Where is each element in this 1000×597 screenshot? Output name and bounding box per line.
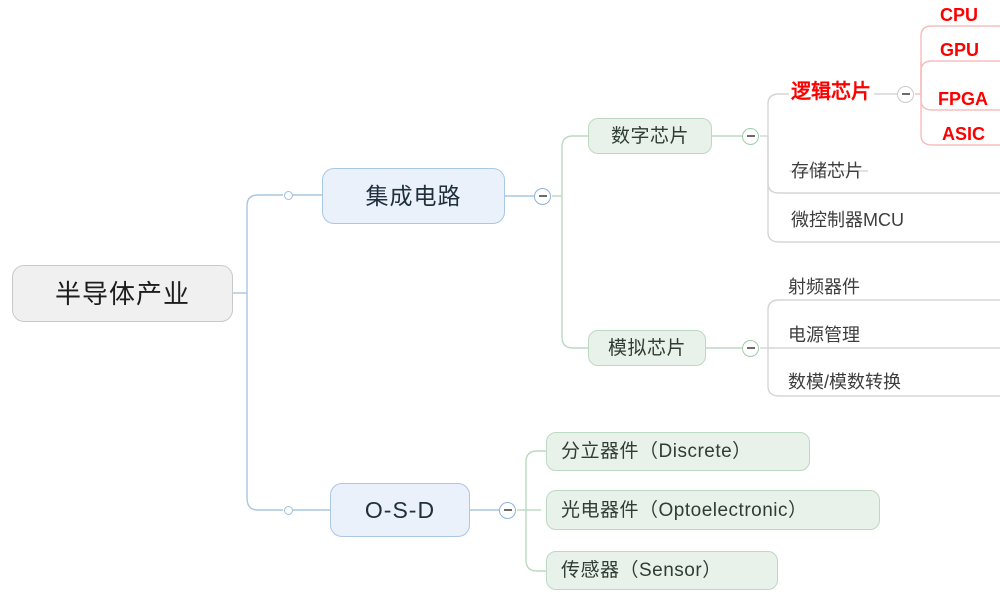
node-cpu[interactable]: CPU xyxy=(938,3,996,27)
node-label: 逻辑芯片 xyxy=(791,81,871,103)
node-label: 数字芯片 xyxy=(610,125,689,147)
minus-icon xyxy=(503,509,512,511)
collapse-toggle-digital-chip[interactable] xyxy=(742,127,759,145)
node-label: 模拟芯片 xyxy=(607,337,686,359)
collapse-toggle-analog-chip[interactable] xyxy=(742,339,759,357)
node-label: GPU xyxy=(940,40,980,60)
node-label: 电源管理 xyxy=(788,325,860,345)
node-integrated-circuit[interactable]: 集成电路 xyxy=(322,168,505,224)
node-label: 数模/模数转换 xyxy=(788,372,902,392)
collapse-toggle-integrated-circuit[interactable] xyxy=(534,187,551,205)
node-label: O-S-D xyxy=(364,496,436,523)
minus-icon xyxy=(538,195,547,197)
node-label: 集成电路 xyxy=(365,182,462,209)
node-rf-devices[interactable]: 射频器件 xyxy=(786,275,876,299)
collapse-toggle-logic-chip[interactable] xyxy=(897,85,914,103)
mindmap-canvas: 半导体产业 集成电路 O-S-D 数字芯片 模拟芯片 逻辑芯片 存储芯片 微控制… xyxy=(0,0,1000,597)
node-sensors[interactable]: 传感器（Sensor） xyxy=(546,551,778,590)
minus-icon xyxy=(746,135,755,137)
node-label: CPU xyxy=(940,5,979,25)
node-label: 微控制器MCU xyxy=(791,210,904,230)
collapse-toggle-osd[interactable] xyxy=(499,501,516,519)
node-analog-chip[interactable]: 模拟芯片 xyxy=(588,330,706,366)
node-label: 传感器（Sensor） xyxy=(561,560,722,581)
node-label: 半导体产业 xyxy=(54,278,190,309)
node-microcontroller-mcu[interactable]: 微控制器MCU xyxy=(789,207,929,233)
minus-icon xyxy=(746,347,755,349)
node-label: 光电器件（Optoelectronic） xyxy=(561,499,808,521)
node-digital-chip[interactable]: 数字芯片 xyxy=(588,118,712,154)
minus-icon xyxy=(901,93,910,95)
node-optoelectronic-devices[interactable]: 光电器件（Optoelectronic） xyxy=(546,490,880,530)
node-power-management[interactable]: 电源管理 xyxy=(786,323,876,347)
node-label: ASIC xyxy=(942,124,986,144)
branch-marker-osd[interactable] xyxy=(284,505,293,515)
node-label: 存储芯片 xyxy=(791,161,863,181)
node-discrete-devices[interactable]: 分立器件（Discrete） xyxy=(546,432,810,471)
node-fpga[interactable]: FPGA xyxy=(936,87,996,111)
node-memory-chip[interactable]: 存储芯片 xyxy=(789,158,874,184)
node-osd[interactable]: O-S-D xyxy=(330,483,470,537)
node-asic[interactable]: ASIC xyxy=(940,122,998,146)
branch-marker-integrated-circuit[interactable] xyxy=(284,190,293,200)
node-dac-adc-conversion[interactable]: 数模/模数转换 xyxy=(786,370,922,394)
node-label: 射频器件 xyxy=(788,277,860,297)
node-gpu[interactable]: GPU xyxy=(938,38,996,62)
node-logic-chip[interactable]: 逻辑芯片 xyxy=(789,78,879,106)
node-root-semiconductor-industry[interactable]: 半导体产业 xyxy=(12,265,233,322)
node-label: 分立器件（Discrete） xyxy=(561,441,752,462)
node-label: FPGA xyxy=(938,89,989,109)
